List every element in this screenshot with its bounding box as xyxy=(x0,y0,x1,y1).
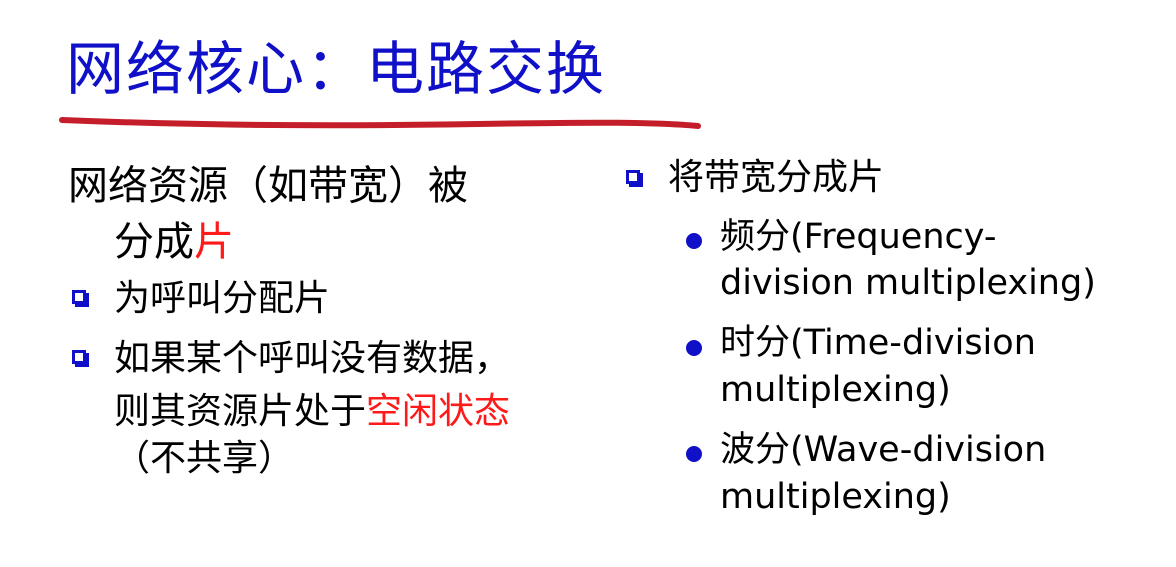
right-item-2-line-2: multiplexing) xyxy=(720,370,951,410)
lead-line-2-prefix: 分成 xyxy=(114,219,194,265)
left-item-2-line-1: 如果某个呼叫没有数据， xyxy=(114,338,511,379)
square-bullet-icon xyxy=(72,290,89,307)
title-underline xyxy=(59,117,701,129)
left-item-1: 为呼叫分配片 xyxy=(114,278,331,319)
lead-line-2: 分成片 xyxy=(68,214,588,270)
lead-line-2-accent: 片 xyxy=(194,219,234,265)
dot-bullet-icon xyxy=(686,233,702,249)
right-item-2-line-1: 时分(Time-division xyxy=(720,323,1036,363)
left-item-2-line-2: 则其资源片处于空闲状态 xyxy=(114,385,510,438)
lead-line-1: 网络资源（如带宽）被 xyxy=(68,163,468,209)
slide: 网络核心：电路交换 网络资源（如带宽）被 分成片 为呼叫分配片 如果某个呼叫没有… xyxy=(0,0,1176,567)
right-item-3-line-1: 波分(Wave-division xyxy=(720,430,1047,470)
square-bullet-icon xyxy=(626,170,643,187)
right-item-1-line-1: 频分(Frequency- xyxy=(720,217,997,257)
right-item-3-line-2: multiplexing) xyxy=(720,477,951,517)
square-bullet-icon xyxy=(72,350,89,367)
dot-bullet-icon xyxy=(686,446,702,462)
left-item-2-line-2-prefix: 则其资源片处于 xyxy=(114,391,367,432)
lead-paragraph: 网络资源（如带宽）被 分成片 xyxy=(68,158,588,270)
slide-title: 网络核心：电路交换 xyxy=(66,35,607,103)
left-item-2-line-2-accent: 空闲状态 xyxy=(366,391,511,432)
dot-bullet-icon xyxy=(686,340,702,356)
right-heading: 将带宽分成片 xyxy=(668,152,884,204)
left-item-2-line-3: （不共享） xyxy=(114,438,295,479)
right-heading-text: 将带宽分成片 xyxy=(668,157,885,198)
right-item-1-line-2: division multiplexing) xyxy=(720,263,1096,303)
